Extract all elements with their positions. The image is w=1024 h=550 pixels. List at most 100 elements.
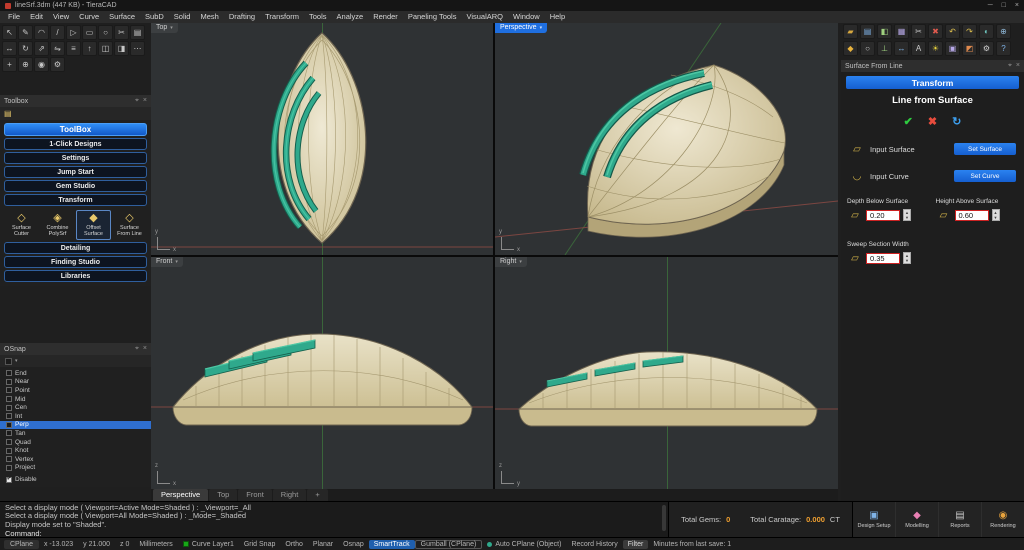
menu-item-drafting[interactable]: Drafting [224,11,260,23]
more-icon[interactable]: ⋯ [130,41,145,56]
checkbox-icon[interactable] [6,370,12,376]
camera-icon[interactable]: ▣ [945,41,960,56]
close-button[interactable]: × [1015,2,1019,9]
menu-item-transform[interactable]: Transform [260,11,304,23]
nav-design-setup[interactable]: ▣Design Setup [853,502,895,537]
units-label[interactable]: Millimeters [134,541,177,548]
viewport-tab-front[interactable]: Front [238,489,272,501]
gem-icon[interactable]: ◆ [843,41,858,56]
viewport-front-label[interactable]: Front ▾ [151,257,183,267]
osnap-item-perp[interactable]: Perp [0,421,151,430]
top-viewport-canvas[interactable] [151,23,493,255]
checkbox-icon[interactable] [6,439,12,445]
panel-close-icon[interactable]: × [1016,62,1020,70]
ring-icon[interactable]: ○ [860,41,875,56]
menu-item-solid[interactable]: Solid [169,11,196,23]
menu-item-paneling-tools[interactable]: Paneling Tools [403,11,462,23]
plus-icon[interactable]: + [2,57,17,72]
scissors-icon[interactable]: ✂ [114,25,129,40]
menu-item-analyze[interactable]: Analyze [332,11,369,23]
osnap-item-vertex[interactable]: Vertex [0,455,151,464]
cplane-selector[interactable]: CPlane [4,540,39,549]
scale-icon[interactable]: ⇗ [34,41,49,56]
osnap-item-project[interactable]: Project [0,464,151,473]
viewport-right-label[interactable]: Right ▾ [495,257,527,267]
nav-modelling[interactable]: ◆Modelling [895,502,938,537]
polyline-icon[interactable]: / [50,25,65,40]
dimension-icon[interactable]: ↔ [894,41,909,56]
viewport-tab-add[interactable]: + [307,489,327,501]
command-scrollbar[interactable] [662,505,666,531]
help-icon[interactable]: ? [996,41,1011,56]
height-input[interactable]: 0.60 [955,210,989,221]
menu-item-file[interactable]: File [3,11,25,23]
viewport-tab-perspective[interactable]: Perspective [153,489,208,501]
toolbox-button-libraries[interactable]: Libraries [4,270,147,282]
menu-item-view[interactable]: View [48,11,74,23]
viewport-top[interactable]: Top ▾ x y [151,23,493,255]
osnap-disable-row[interactable]: ✔ Disable [0,476,151,487]
text-icon[interactable]: A [911,41,926,56]
checkbox-icon[interactable] [6,387,12,393]
panel-close-icon[interactable]: × [143,97,147,105]
minimize-button[interactable]: ─ [988,2,993,9]
menu-item-render[interactable]: Render [368,11,403,23]
status-toggle-filter[interactable]: Filter [623,540,649,549]
refresh-icon[interactable]: ↻ [952,115,961,128]
menu-item-window[interactable]: Window [508,11,545,23]
tool-surface-cutter[interactable]: ◇Surface Cutter [4,210,39,240]
osnap-item-near[interactable]: Near [0,378,151,387]
rectangle-icon[interactable]: ▭ [82,25,97,40]
menu-item-edit[interactable]: Edit [25,11,48,23]
toolbox-header-button[interactable]: ToolBox [4,123,147,136]
spin-down-icon[interactable]: ▼ [994,215,998,220]
menu-item-help[interactable]: Help [545,11,570,23]
point-icon[interactable]: ◉ [34,57,49,72]
viewport-perspective[interactable]: Perspective ▾ x y [495,23,838,255]
curve-icon[interactable]: ◠ [34,25,49,40]
osnap-item-mid[interactable]: Mid [0,395,151,404]
checkbox-icon[interactable] [6,456,12,462]
osnap-item-end[interactable]: End [0,369,151,378]
viewport-perspective-label[interactable]: Perspective ▾ [495,23,547,33]
osnap-item-cen[interactable]: Cen [0,403,151,412]
confirm-icon[interactable]: ✔ [904,115,913,128]
set-surface-button[interactable]: Set Surface [954,143,1016,155]
pen-icon[interactable]: ✎ [18,25,33,40]
osnap-item-knot[interactable]: Knot [0,446,151,455]
sweep-input[interactable]: 0.35 [866,253,900,264]
set-curve-button[interactable]: Set Curve [954,170,1016,182]
material-icon[interactable]: ◐ [979,24,994,39]
menu-item-subd[interactable]: SubD [140,11,169,23]
folder-icon[interactable]: ▰ [843,24,858,39]
osnap-item-tan[interactable]: Tan [0,429,151,438]
pin-icon[interactable]: ⌖ [135,97,139,105]
offset-icon[interactable]: ≡ [66,41,81,56]
osnap-item-quad[interactable]: Quad [0,438,151,447]
spin-down-icon[interactable]: ▼ [905,258,909,263]
status-toggle-planar[interactable]: Planar [308,541,338,548]
height-stepper[interactable]: ▲ ▼ [992,209,1000,221]
settings-icon[interactable]: ⚙ [979,41,994,56]
menu-item-curve[interactable]: Curve [74,11,104,23]
delete-icon[interactable]: ✖ [928,24,943,39]
viewport-top-label[interactable]: Top ▾ [151,23,178,33]
checkbox-icon[interactable] [6,379,12,385]
status-toggle-smarttrack[interactable]: SmartTrack [369,540,415,549]
pin-icon[interactable]: ⌖ [135,345,139,353]
status-toggle-ortho[interactable]: Ortho [280,541,308,548]
status-toggle-osnap[interactable]: Osnap [338,541,369,548]
status-toggle-record-history[interactable]: Record History [566,541,622,548]
maximize-button[interactable]: □ [1002,2,1006,9]
checkbox-icon[interactable] [6,448,12,454]
front-viewport-canvas[interactable] [151,257,493,489]
toolbox-button-detailing[interactable]: Detailing [4,242,147,254]
viewport-tab-right[interactable]: Right [273,489,307,501]
toolbox-button-jump-start[interactable]: Jump Start [4,166,147,178]
move-icon[interactable]: ↔ [2,41,17,56]
checkbox-icon[interactable] [6,396,12,402]
viewport-front[interactable]: Front ▾ x z [151,257,493,489]
status-toggle-gumball-cplane[interactable]: Gumball (CPlane) [415,540,483,549]
tool-offset-surface[interactable]: ◆Offset Surface [76,210,111,240]
mirror-icon[interactable]: ⇋ [50,41,65,56]
